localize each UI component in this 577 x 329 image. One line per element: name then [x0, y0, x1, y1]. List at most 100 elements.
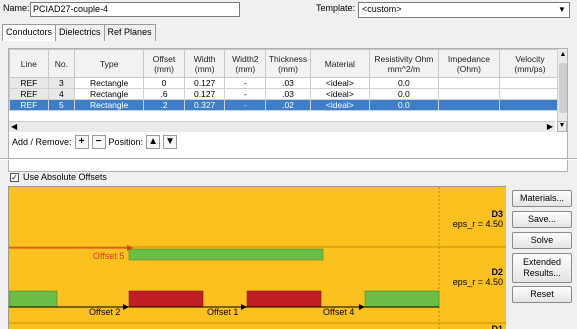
cell-no[interactable]: 3 [47, 77, 76, 89]
table-row[interactable]: REF 4 Rectangle .6 0.127 - .03 <ideal> 0… [9, 88, 562, 100]
offset-2-arrowhead [123, 304, 129, 310]
cell-impedance[interactable] [437, 99, 500, 111]
column-header[interactable]: Material [309, 49, 370, 78]
conductor-2[interactable] [128, 290, 204, 308]
cell-impedance[interactable] [437, 77, 500, 89]
extended-results-button[interactable]: Extended Results... [512, 253, 572, 283]
absolute-offsets-checkbox[interactable]: ✓ [10, 172, 19, 182]
vertical-scrollbar[interactable]: ▲ [557, 49, 567, 121]
chevron-down-icon[interactable]: ▼ [556, 4, 568, 16]
reset-button[interactable]: Reset [512, 286, 572, 303]
cell-resistivity[interactable]: 0.0 [368, 99, 439, 111]
row-controls: Add / Remove: + − Position: ▲ ▼ [12, 134, 178, 150]
column-header[interactable]: Type [74, 49, 145, 78]
save-button[interactable]: Save... [512, 211, 572, 228]
scroll-left-icon[interactable]: ◀ [11, 122, 17, 131]
add-remove-label: Add / Remove: [12, 137, 72, 147]
name-label: Name: [3, 3, 30, 13]
column-header[interactable]: Resistivity Ohm mm^2/m [368, 49, 439, 78]
conductor-1[interactable] [246, 290, 322, 308]
scroll-thumb[interactable] [559, 63, 567, 113]
cell-offset[interactable]: .6 [143, 88, 185, 100]
cell-material[interactable]: <ideal> [309, 77, 370, 89]
dielectric-d2[interactable]: D2 eps_r = 4.50 [445, 267, 503, 287]
column-header[interactable]: Thickness (mm) [265, 49, 311, 78]
cell-velocity[interactable] [498, 77, 562, 89]
cell-type[interactable]: Rectangle [74, 88, 145, 100]
cell-offset[interactable]: .2 [143, 99, 185, 111]
scroll-down-icon[interactable]: ▼ [557, 121, 567, 132]
cell-width[interactable]: 0.127 [183, 77, 226, 89]
stackup-drawing [9, 187, 506, 329]
table-header: Line No. Type Offset (mm) Width (mm) Wid… [9, 49, 562, 78]
template-value: <custom> [362, 4, 402, 14]
cell-no[interactable]: 5 [47, 99, 76, 111]
cell-resistivity[interactable]: 0.0 [368, 88, 439, 100]
column-header[interactable]: No. [47, 49, 76, 78]
offset-2-label: Offset 2 [89, 307, 121, 317]
cell-line[interactable]: REF [9, 77, 49, 89]
top-bar: Name: PCIAD27-couple-4 Template: <custom… [0, 0, 577, 22]
tab-ref-planes[interactable]: Ref Planes [103, 24, 156, 41]
table-row-selected[interactable]: REF 5 Rectangle .2 0.327 - .02 <ideal> 0… [9, 99, 562, 111]
absolute-offsets-row[interactable]: ✓ Use Absolute Offsets [10, 172, 107, 182]
materials-button[interactable]: Materials... [512, 190, 572, 207]
scroll-up-icon[interactable]: ▲ [559, 51, 567, 61]
cell-material[interactable]: <ideal> [309, 99, 370, 111]
cell-thickness[interactable]: .03 [265, 77, 311, 89]
conductor-grid: Line No. Type Offset (mm) Width (mm) Wid… [8, 48, 568, 172]
conductor-4[interactable] [364, 290, 440, 308]
template-label: Template: [316, 3, 356, 13]
move-up-button[interactable]: ▲ [146, 135, 161, 149]
cell-width2[interactable]: - [224, 88, 267, 100]
stackup-canvas[interactable]: Offset 5 Offset 2 Offset 1 Offset 4 D3 e… [8, 186, 506, 329]
conductor-left[interactable] [9, 290, 58, 308]
cell-type[interactable]: Rectangle [74, 99, 145, 111]
cell-offset[interactable]: 0 [143, 77, 185, 89]
tab-conductors[interactable]: Conductors [2, 24, 57, 41]
dielectric-d3[interactable]: D3 eps_r = 4.50 [445, 209, 503, 229]
dielectric-d2-eps: eps_r = 4.50 [452, 277, 503, 287]
conductor-5[interactable] [128, 248, 324, 261]
cell-impedance[interactable] [437, 88, 500, 100]
column-header[interactable]: Line [9, 49, 49, 78]
cell-width[interactable]: 0.127 [183, 88, 226, 100]
move-down-button[interactable]: ▼ [163, 135, 178, 149]
template-select[interactable]: <custom> ▼ [358, 2, 570, 18]
column-header[interactable]: Width (mm) [183, 49, 226, 78]
cell-width2[interactable]: - [224, 99, 267, 111]
column-header[interactable]: Velocity (mm/ps) [498, 49, 562, 78]
tab-dielectrics[interactable]: Dielectrics [55, 24, 105, 41]
cell-thickness[interactable]: .03 [265, 88, 311, 100]
offset-1-arrowhead [241, 304, 247, 310]
cell-velocity[interactable] [498, 88, 562, 100]
cell-thickness[interactable]: .02 [265, 99, 311, 111]
cell-resistivity[interactable]: 0.0 [368, 77, 439, 89]
cell-velocity[interactable] [498, 99, 562, 111]
position-label: Position: [108, 137, 144, 147]
add-button[interactable]: + [74, 135, 89, 149]
offset-1-label: Offset 1 [207, 307, 239, 317]
cell-no[interactable]: 4 [47, 88, 76, 100]
column-header[interactable]: Impedance (Ohm) [437, 49, 500, 78]
cell-line[interactable]: REF [9, 99, 49, 111]
tab-bar: Conductors Dielectrics Ref Planes [2, 24, 156, 41]
table-row[interactable]: REF 3 Rectangle 0 0.127 - .03 <ideal> 0.… [9, 77, 562, 89]
offset-4-arrowhead [359, 304, 365, 310]
scroll-right-icon[interactable]: ▶ [547, 122, 553, 131]
cell-width[interactable]: 0.327 [183, 99, 226, 111]
dielectric-d2-name: D2 [491, 267, 503, 277]
cell-width2[interactable]: - [224, 77, 267, 89]
cell-material[interactable]: <ideal> [309, 88, 370, 100]
column-header[interactable]: Offset (mm) [143, 49, 185, 78]
name-input[interactable]: PCIAD27-couple-4 [30, 2, 240, 17]
splitter[interactable] [0, 158, 577, 160]
remove-button[interactable]: − [91, 135, 106, 149]
dielectric-d1[interactable]: D1 [445, 324, 503, 329]
column-header[interactable]: Width2 (mm) [224, 49, 267, 78]
horizontal-scrollbar[interactable]: ◀ ▶ [9, 121, 555, 132]
cell-type[interactable]: Rectangle [74, 77, 145, 89]
cell-line[interactable]: REF [9, 88, 49, 100]
conductor-table: Line No. Type Offset (mm) Width (mm) Wid… [9, 49, 562, 111]
solve-button[interactable]: Solve [512, 232, 572, 249]
